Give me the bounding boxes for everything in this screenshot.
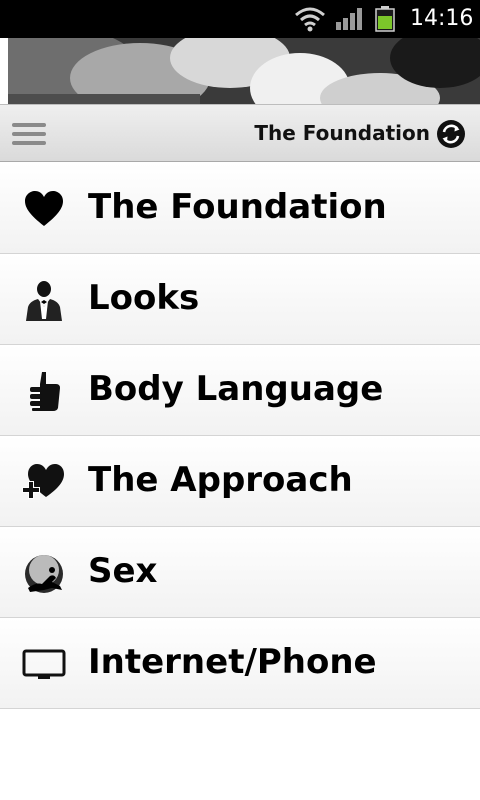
status-bar: 14:16: [0, 0, 480, 38]
menu-item-label: The Foundation: [88, 187, 387, 227]
menu-item-label: Internet/Phone: [88, 642, 377, 682]
person-suit-icon: [26, 281, 62, 321]
status-time: 14:16: [410, 6, 474, 31]
heart-icon: [25, 191, 63, 226]
menu-item-body-language[interactable]: Body Language: [0, 345, 480, 436]
menu-icon[interactable]: [12, 123, 46, 147]
refresh-icon[interactable]: [436, 119, 466, 149]
menu-item-label: The Approach: [88, 460, 353, 500]
battery-icon: [375, 6, 395, 32]
action-bar: The Foundation: [0, 104, 480, 162]
thumbs-up-icon: [30, 372, 60, 411]
menu-item-the-approach[interactable]: The Approach: [0, 436, 480, 527]
action-bar-title: The Foundation: [254, 121, 430, 145]
menu-item-label: Body Language: [88, 369, 384, 409]
silhouette-icon: [25, 555, 63, 593]
header-banner-image: [0, 38, 480, 104]
menu-list: The Foundation Looks Body Language The A…: [0, 163, 480, 709]
menu-item-the-foundation[interactable]: The Foundation: [0, 163, 480, 254]
menu-item-sex[interactable]: Sex: [0, 527, 480, 618]
menu-item-label: Sex: [88, 551, 158, 591]
menu-item-looks[interactable]: Looks: [0, 254, 480, 345]
wifi-icon: [295, 7, 325, 32]
heart-plus-icon: [22, 464, 64, 499]
menu-item-internet-phone[interactable]: Internet/Phone: [0, 618, 480, 709]
signal-icon: [336, 8, 362, 30]
menu-item-label: Looks: [88, 278, 200, 318]
monitor-icon: [22, 649, 66, 679]
